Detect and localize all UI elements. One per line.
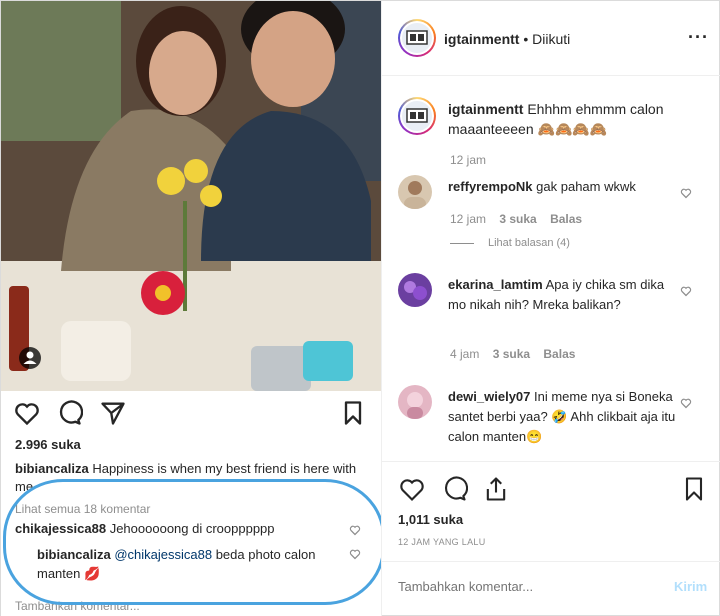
header-avatar[interactable] — [398, 19, 436, 57]
comment-1-avatar[interactable] — [398, 175, 432, 209]
post-caption-time[interactable]: 12 jam — [450, 153, 486, 167]
comment-1-user[interactable]: reffyrempoNk — [448, 179, 533, 194]
heart-icon[interactable] — [13, 399, 41, 427]
embedded-post-screenshot: 2.996 suka bibiancaliza Happiness is whe… — [1, 1, 381, 616]
profile-tag-icon[interactable] — [19, 347, 41, 369]
comment-3-user[interactable]: dewi_wiely07 — [448, 389, 530, 404]
like-heart-icon[interactable] — [398, 475, 426, 503]
header-account: igtainmentt • Diikuti — [444, 31, 570, 47]
comment-1-meta: 12 jam 3 suka Balas — [450, 212, 582, 226]
comment-2-likes[interactable]: 3 suka — [493, 347, 530, 361]
caption-avatar[interactable] — [398, 97, 436, 135]
comment-2: ekarina_lamtim Apa iy chika sm dika mo n… — [448, 275, 682, 315]
save-bookmark-icon[interactable] — [680, 475, 708, 503]
post-photo — [1, 1, 381, 391]
comment-1-view-replies[interactable]: Lihat balasan (4) — [450, 237, 570, 249]
more-options-icon[interactable]: ··· — [688, 27, 709, 48]
left-likes-count[interactable]: 2.996 suka — [15, 437, 81, 452]
comment-2-like-icon[interactable] — [680, 284, 692, 297]
add-comment-input[interactable] — [398, 579, 638, 594]
post-timestamp[interactable]: 12 JAM YANG LALU — [398, 537, 486, 547]
share-icon[interactable] — [99, 399, 127, 427]
comment-2-user[interactable]: ekarina_lamtim — [448, 277, 543, 292]
upload-share-icon[interactable] — [482, 475, 510, 503]
comment-1-view-replies-label: Lihat balasan (4) — [488, 237, 570, 249]
post-action-bar — [398, 475, 708, 503]
annotation-oval — [3, 479, 381, 605]
comment-icon[interactable] — [55, 399, 84, 427]
header-divider — [382, 75, 720, 76]
follow-status[interactable]: • Diikuti — [523, 31, 570, 47]
comment-1-text: gak paham wkwk — [536, 179, 636, 194]
comment-bubble-icon[interactable] — [440, 475, 469, 503]
instagram-post-frame: 2.996 suka bibiancaliza Happiness is whe… — [0, 0, 720, 616]
comment-1: reffyrempoNk gak paham wkwk — [448, 177, 682, 197]
comment-1-time[interactable]: 12 jam — [450, 212, 486, 226]
actions-divider — [382, 461, 720, 462]
comment-2-time[interactable]: 4 jam — [450, 347, 479, 361]
comment-1-likes[interactable]: 3 suka — [499, 212, 536, 226]
bookmark-icon[interactable] — [339, 399, 367, 427]
comment-1-like-icon[interactable] — [680, 186, 692, 199]
comment-3-like-icon[interactable] — [680, 396, 692, 409]
left-action-bar — [13, 399, 369, 427]
replies-dash — [450, 242, 474, 244]
comment-2-avatar[interactable] — [398, 273, 432, 307]
post-caption: igtainmentt Ehhhm ehmmm calon maaanteeee… — [448, 99, 688, 139]
comment-3: dewi_wiely07 Ini meme nya si Boneka sant… — [448, 387, 682, 447]
comment-input-divider — [382, 561, 720, 562]
post-comment-button[interactable]: Kirim — [674, 579, 707, 594]
comment-1-reply-button[interactable]: Balas — [550, 212, 582, 226]
post-caption-user[interactable]: igtainmentt — [448, 101, 523, 117]
left-caption-user[interactable]: bibiancaliza — [15, 461, 89, 476]
comment-2-reply-button[interactable]: Balas — [543, 347, 575, 361]
post-likes-count[interactable]: 1,011 suka — [398, 512, 463, 527]
post-sidebar: igtainmentt • Diikuti ··· igtainmentt Eh… — [381, 1, 720, 616]
comment-3-avatar[interactable] — [398, 385, 432, 419]
header-username[interactable]: igtainmentt — [444, 31, 519, 47]
comment-2-meta: 4 jam 3 suka Balas — [450, 347, 575, 361]
